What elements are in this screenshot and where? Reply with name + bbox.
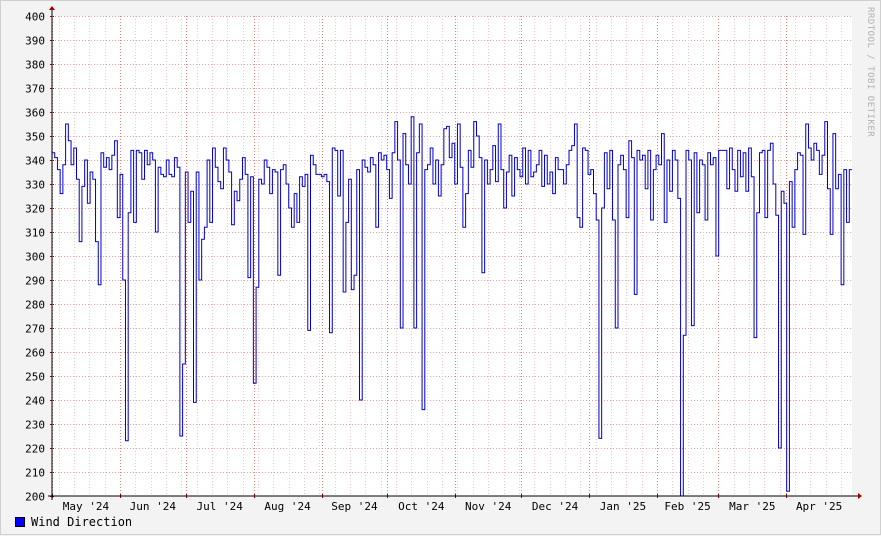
legend: Wind Direction: [15, 515, 132, 529]
y-tick-label: 350: [25, 131, 45, 144]
y-tick-label: 230: [25, 419, 45, 432]
y-tick-label: 240: [25, 395, 45, 408]
y-tick-label: 400: [25, 11, 45, 24]
y-tick-label: 220: [25, 443, 45, 456]
y-tick-label: 260: [25, 347, 45, 360]
x-tick-label: Dec '24: [532, 500, 579, 513]
y-tick-label: 310: [25, 227, 45, 240]
x-tick-label: Apr '25: [796, 500, 842, 513]
x-tick-label: Jul '24: [196, 500, 243, 513]
x-tick-label: Feb '25: [664, 500, 710, 513]
y-tick-label: 370: [25, 83, 45, 96]
y-tick-label: 290: [25, 275, 45, 288]
x-tick-labels: May '24 Jun '24 Jul '24 Aug '24 Sep '24 Oct '…: [63, 500, 843, 513]
x-axis-arrow: [858, 493, 862, 499]
x-tick-label: Jan '25: [600, 500, 646, 513]
y-tick-label: 200: [25, 491, 45, 504]
y-axis-arrow: [49, 6, 55, 10]
y-tick-label: 380: [25, 59, 45, 72]
watermark: RRDTOOL / TOBI OETIKER: [865, 7, 875, 138]
x-tick-label: Sep '24: [331, 500, 378, 513]
wind-direction-chart: 200 210 220 230 240 250 260 270 280 290 300 310 320 3…: [25, 6, 862, 513]
x-tick-label: May '24: [63, 500, 110, 513]
y-tick-labels: 200 210 220 230 240 250 260 270 280 290 300 310 320 3…: [25, 11, 45, 504]
y-tick-label: 250: [25, 371, 45, 384]
y-tick-label: 340: [25, 155, 45, 168]
y-tick-label: 210: [25, 467, 45, 480]
x-tick-label: Aug '24: [264, 500, 311, 513]
y-tick-label: 270: [25, 323, 45, 336]
y-tick-label: 320: [25, 203, 45, 216]
y-tick-label: 300: [25, 251, 45, 264]
x-tick-label: Oct '24: [398, 500, 445, 513]
x-tick-label: Mar '25: [729, 500, 775, 513]
legend-swatch: [15, 517, 25, 527]
x-tick-label: Jun '24: [130, 500, 177, 513]
x-tick-label: Nov '24: [465, 500, 512, 513]
y-tick-label: 280: [25, 299, 45, 312]
y-tick-label: 330: [25, 179, 45, 192]
chart-frame: 200 210 220 230 240 250 260 270 280 290 300 310 320 3…: [0, 0, 881, 535]
y-tick-label: 390: [25, 35, 45, 48]
y-tick-label: 360: [25, 107, 45, 120]
legend-label: Wind Direction: [31, 515, 133, 529]
